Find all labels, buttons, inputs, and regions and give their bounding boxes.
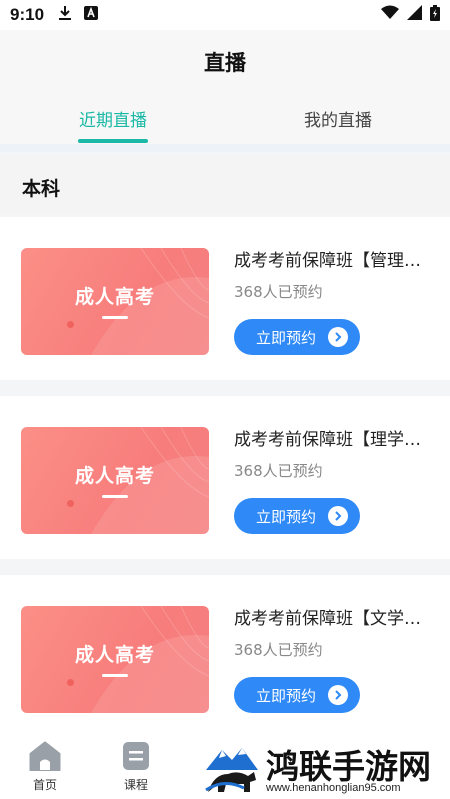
course-thumbnail[interactable]: 成人高考	[21, 248, 209, 355]
watermark: 鸿联手游网 www.henanhonglian95.com	[204, 740, 450, 799]
page-title: 直播	[204, 51, 246, 75]
status-bar: 9:10	[0, 0, 450, 30]
thumbnail-underline	[102, 674, 128, 677]
tabbar-item-home[interactable]: 首页	[20, 741, 70, 793]
tabbar-label-home: 首页	[32, 778, 57, 792]
thumbnail-dot	[67, 500, 74, 507]
battery-icon	[430, 4, 440, 26]
header: 直播 近期直播 我的直播	[0, 30, 450, 144]
tab-recent-live[interactable]: 近期直播	[43, 106, 183, 131]
booking-count: 368人已预约	[234, 641, 323, 659]
course-card[interactable]: 成人高考 成考考前保障班【文学… 368人已预约 立即预约	[0, 575, 450, 738]
course-icon	[122, 742, 150, 774]
thumbnail-dot	[67, 321, 74, 328]
active-tab-indicator	[78, 139, 148, 143]
booking-count: 368人已预约	[234, 283, 323, 301]
download-icon	[58, 5, 72, 26]
book-now-label: 立即预约	[256, 507, 317, 526]
course-card[interactable]: 成人高考 成考考前保障班【管理… 368人已预约 立即预约	[0, 217, 450, 380]
course-thumbnail[interactable]: 成人高考	[21, 427, 209, 534]
book-now-button[interactable]: 立即预约	[234, 498, 360, 534]
header-divider	[0, 144, 450, 152]
watermark-url: www.henanhonglian95.com	[266, 782, 401, 794]
chevron-right-icon	[328, 327, 348, 347]
book-now-label: 立即预约	[256, 686, 317, 705]
section-title: 本科	[22, 178, 61, 200]
course-thumbnail[interactable]: 成人高考	[21, 606, 209, 713]
thumbnail-text: 成人高考	[74, 465, 155, 487]
course-title[interactable]: 成考考前保障班【理学…	[234, 425, 430, 450]
book-now-button[interactable]: 立即预约	[234, 677, 360, 713]
app-notification-icon	[84, 5, 99, 25]
course-title[interactable]: 成考考前保障班【管理…	[234, 246, 430, 271]
course-title[interactable]: 成考考前保障班【文学…	[234, 604, 430, 629]
chevron-right-icon	[328, 685, 348, 705]
thumbnail-underline	[102, 316, 128, 319]
thumbnail-underline	[102, 495, 128, 498]
book-now-label: 立即预约	[256, 328, 317, 347]
home-icon	[29, 741, 61, 774]
booking-count: 368人已预约	[234, 462, 323, 480]
tabbar-item-course[interactable]: 课程	[111, 741, 161, 793]
chevron-right-icon	[328, 506, 348, 526]
tab-my-live[interactable]: 我的直播	[268, 106, 408, 131]
course-card[interactable]: 成人高考 成考考前保障班【理学… 368人已预约 立即预约	[0, 396, 450, 559]
section-header: 本科	[0, 156, 450, 214]
thumbnail-text: 成人高考	[74, 644, 155, 666]
wifi-icon	[381, 5, 399, 25]
status-time: 9:10	[10, 5, 45, 24]
book-now-button[interactable]: 立即预约	[234, 319, 360, 355]
thumbnail-dot	[67, 679, 74, 686]
thumbnail-text: 成人高考	[74, 286, 155, 308]
tabbar-label-course: 课程	[123, 778, 148, 792]
signal-icon	[407, 5, 422, 25]
watermark-text: 鸿联手游网	[266, 747, 431, 786]
